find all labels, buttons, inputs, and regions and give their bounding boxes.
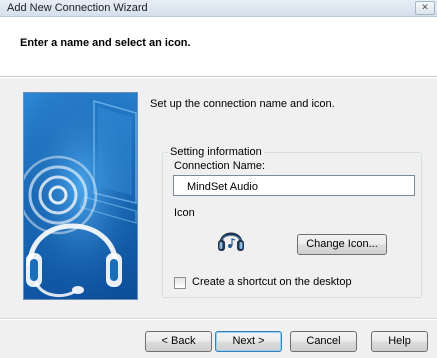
next-button[interactable]: Next >	[215, 331, 282, 352]
headset-icon	[218, 232, 244, 251]
headset-illustration-icon	[24, 93, 137, 299]
footer-divider-highlight	[0, 319, 437, 320]
group-label: Setting information	[168, 146, 264, 158]
connection-name-input[interactable]	[173, 175, 415, 196]
wizard-header: Enter a name and select an icon.	[0, 17, 437, 77]
wizard-illustration	[23, 92, 138, 300]
back-button[interactable]: < Back	[145, 331, 212, 352]
shortcut-label[interactable]: Create a shortcut on the desktop	[192, 276, 352, 288]
cancel-button[interactable]: Cancel	[290, 331, 357, 352]
page-title: Enter a name and select an icon.	[20, 37, 191, 49]
change-icon-button[interactable]: Change Icon...	[297, 234, 387, 255]
header-divider	[0, 77, 437, 78]
connection-name-label: Connection Name:	[174, 160, 266, 172]
close-icon: ✕	[421, 2, 429, 12]
intro-text: Set up the connection name and icon.	[150, 98, 335, 110]
shortcut-checkbox[interactable]	[174, 277, 186, 289]
title-bar: Add New Connection Wizard ✕	[0, 0, 437, 17]
help-button[interactable]: Help	[371, 331, 428, 352]
window-title: Add New Connection Wizard	[7, 2, 148, 14]
icon-label: Icon	[174, 207, 195, 219]
close-button[interactable]: ✕	[415, 1, 435, 15]
